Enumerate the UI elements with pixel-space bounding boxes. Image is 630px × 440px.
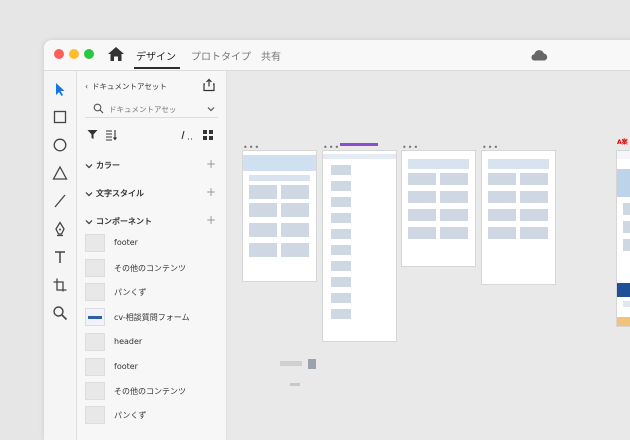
section-colors-label: カラー (96, 161, 120, 170)
search-input[interactable] (109, 102, 199, 116)
minimize-window-button[interactable] (69, 49, 79, 59)
search-icon (93, 103, 104, 114)
chevron-down-icon[interactable] (206, 104, 216, 114)
close-window-button[interactable] (54, 49, 64, 59)
tab-prototype[interactable]: プロトタイプ (191, 48, 251, 63)
rectangle-tool-icon[interactable] (52, 109, 68, 125)
component-item[interactable]: その他のコンテンツ (85, 258, 218, 278)
artboard[interactable] (402, 151, 475, 266)
component-name: その他のコンテンツ (114, 264, 186, 273)
add-text-style-button[interactable]: + (206, 185, 216, 199)
component-thumbnail (85, 308, 105, 326)
ellipse-tool-icon[interactable] (52, 137, 68, 153)
cloud-icon[interactable] (529, 49, 549, 61)
add-color-button[interactable]: + (206, 157, 216, 171)
component-item[interactable]: header (85, 332, 218, 352)
component-item[interactable]: footer (85, 233, 218, 253)
sort-icon[interactable] (105, 129, 117, 141)
artboard-label[interactable]: A案 (617, 137, 628, 146)
pen-tool-icon[interactable] (52, 221, 68, 237)
polygon-tool-icon[interactable] (52, 165, 68, 181)
line-tool-icon[interactable] (52, 193, 68, 209)
chevron-down-icon (85, 220, 93, 225)
component-name: パンくず (114, 288, 147, 297)
component-name: header (114, 337, 143, 346)
add-component-button[interactable]: + (206, 213, 216, 227)
avatar (308, 359, 316, 369)
component-thumbnail (85, 358, 105, 376)
component-item[interactable]: その他のコンテンツ (85, 381, 218, 401)
filter-icon[interactable] (87, 129, 98, 140)
component-item[interactable]: footer (85, 357, 218, 377)
assets-search[interactable] (85, 101, 218, 118)
component-name: その他のコンテンツ (114, 387, 186, 396)
text-tool-icon[interactable] (52, 249, 68, 265)
chevron-down-icon (85, 164, 93, 169)
artboard[interactable] (617, 151, 630, 326)
artboard-tool-icon[interactable] (52, 277, 68, 293)
section-components-label: コンポーネント (96, 217, 152, 226)
artboard[interactable] (243, 151, 316, 281)
select-tool-icon[interactable] (52, 81, 68, 97)
component-thumbnail (85, 234, 105, 252)
tab-share[interactable]: 共有 (261, 48, 281, 63)
zoom-tool-icon[interactable] (52, 305, 68, 321)
component-item[interactable]: パンくず (85, 405, 218, 425)
component-thumbnail (85, 333, 105, 351)
share-icon[interactable] (202, 78, 216, 92)
list-view-icon[interactable] (181, 130, 193, 140)
component-name: パンくず (114, 411, 147, 420)
home-icon[interactable] (107, 46, 125, 62)
component-thumbnail (85, 259, 105, 277)
tool-bar (44, 71, 77, 440)
section-components[interactable]: コンポーネント + (85, 213, 218, 230)
maximize-window-button[interactable] (84, 49, 94, 59)
component-item[interactable]: パンくず (85, 282, 218, 302)
filter-row (85, 128, 218, 142)
component-thumbnail (85, 283, 105, 301)
component-item[interactable]: cv-相談質問フォーム (85, 307, 218, 327)
component-name: footer (114, 238, 138, 247)
component-name: footer (114, 362, 138, 371)
artboard[interactable] (482, 151, 555, 284)
assets-back-link[interactable]: ‹ ドキュメントアセット (85, 81, 167, 92)
section-text-styles-label: 文字スタイル (96, 189, 144, 198)
color-strip (340, 143, 378, 146)
artboard[interactable] (323, 151, 396, 341)
title-bar: デザイン プロトタイプ 共有 (44, 40, 630, 71)
component-name: cv-相談質問フォーム (114, 313, 190, 322)
design-canvas[interactable]: ••• ••• ••• ••• A案 (227, 71, 630, 440)
section-text-styles[interactable]: 文字スタイル + (85, 185, 218, 202)
active-tab-indicator (134, 67, 180, 69)
canvas-note[interactable] (280, 361, 302, 366)
section-colors[interactable]: カラー + (85, 157, 218, 174)
assets-panel: ‹ ドキュメントアセット ドキュメントアセッ カラー + 文字スタイル + コン… (77, 71, 227, 440)
app-window: デザイン プロトタイプ 共有 ‹ ドキュメントアセット ドキュメントアセッ カラ… (44, 40, 630, 440)
grid-view-icon[interactable] (203, 130, 213, 140)
component-thumbnail (85, 406, 105, 424)
chevron-left-icon: ‹ (85, 82, 88, 91)
canvas-note[interactable] (290, 383, 300, 386)
chevron-down-icon (85, 192, 93, 197)
component-thumbnail (85, 382, 105, 400)
assets-panel-title: ドキュメントアセット (92, 82, 167, 91)
tab-design[interactable]: デザイン (136, 48, 176, 63)
